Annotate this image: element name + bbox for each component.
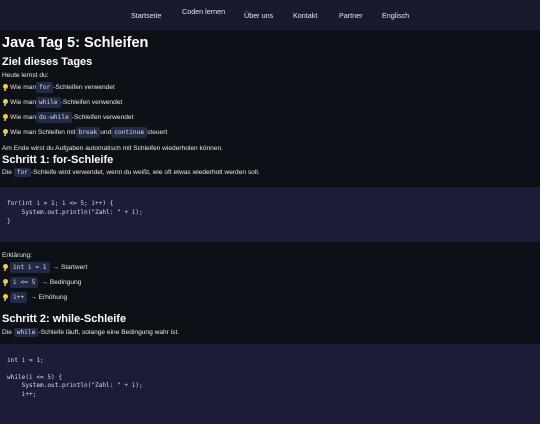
inline-code: while — [36, 97, 61, 108]
inline-code: for — [13, 168, 31, 177]
inline-code: for — [36, 82, 54, 93]
code-text: for(int i = 1; i <= 5; i++) { System.out… — [0, 199, 540, 227]
inline-code: continue — [111, 127, 148, 138]
nav-kontakt[interactable]: Kontakt — [293, 11, 317, 20]
goal-item: Wie man for -Schleifen verwendet — [2, 80, 539, 95]
code-block: int i = 1; while(i <= 5) { System.out.pr… — [0, 344, 540, 424]
inline-code: int i = 1 — [10, 262, 50, 273]
nav-startseite[interactable]: Startseite — [131, 11, 161, 20]
inline-code: i++ — [10, 292, 28, 303]
lightbulb-icon — [2, 129, 8, 136]
goal-item: Wie man Schleifen mit break und continue… — [2, 125, 539, 140]
code-text: int i = 1; while(i <= 5) { System.out.pr… — [0, 357, 540, 400]
goal-item: Wie man while -Schleifen verwendet — [2, 95, 539, 110]
inline-code: while — [13, 328, 39, 337]
main-content: Java Tag 5: Schleifen Ziel dieses Tages … — [0, 35, 540, 424]
nav-ueber-uns[interactable]: Über uns — [244, 11, 273, 20]
lightbulb-icon — [2, 99, 8, 106]
goals-heading: Ziel dieses Tages — [2, 56, 93, 68]
explanation-item: i++ → Erhöhung — [2, 290, 539, 305]
code-block: for(int i = 1; i <= 5; i++) { System.out… — [0, 187, 540, 242]
nav-partner[interactable]: Partner — [339, 11, 363, 20]
explanation-item: i <= 5 → Bedingung — [2, 275, 539, 290]
step2-description: Die while -Schleife läuft, solange eine B… — [2, 328, 180, 337]
inline-code: i <= 5 — [10, 277, 39, 288]
step1-description: Die for -Schleife wird verwendet, wenn du… — [2, 168, 260, 177]
lightbulb-icon — [2, 84, 8, 91]
step1-heading: Schritt 1: for-Schleife — [2, 154, 114, 166]
page-title: Java Tag 5: Schleifen — [2, 35, 149, 51]
step2-heading: Schritt 2: while-Schleife — [2, 313, 127, 325]
lightbulb-icon — [2, 114, 8, 121]
explanation-label: Erklärung: — [2, 252, 33, 259]
nav-coden-lernen[interactable]: Coden lernen — [182, 7, 225, 16]
goal-item: Wie man do-while -Schleifen verwendet — [2, 110, 539, 125]
nav-englisch[interactable]: Englisch — [382, 11, 409, 20]
inline-code: break — [75, 127, 101, 138]
explanation-item: int i = 1 → Startwert — [2, 260, 539, 275]
lightbulb-icon — [2, 294, 8, 301]
goals-intro: Heute lernst du: — [2, 72, 49, 79]
goals-outro: Am Ende wirst du Aufgaben automatisch mi… — [2, 145, 224, 152]
inline-code: do-while — [36, 112, 72, 123]
top-navigation: Startseite Coden lernen Über uns Kontakt… — [0, 0, 540, 30]
lightbulb-icon — [2, 264, 8, 271]
lightbulb-icon — [2, 279, 8, 286]
